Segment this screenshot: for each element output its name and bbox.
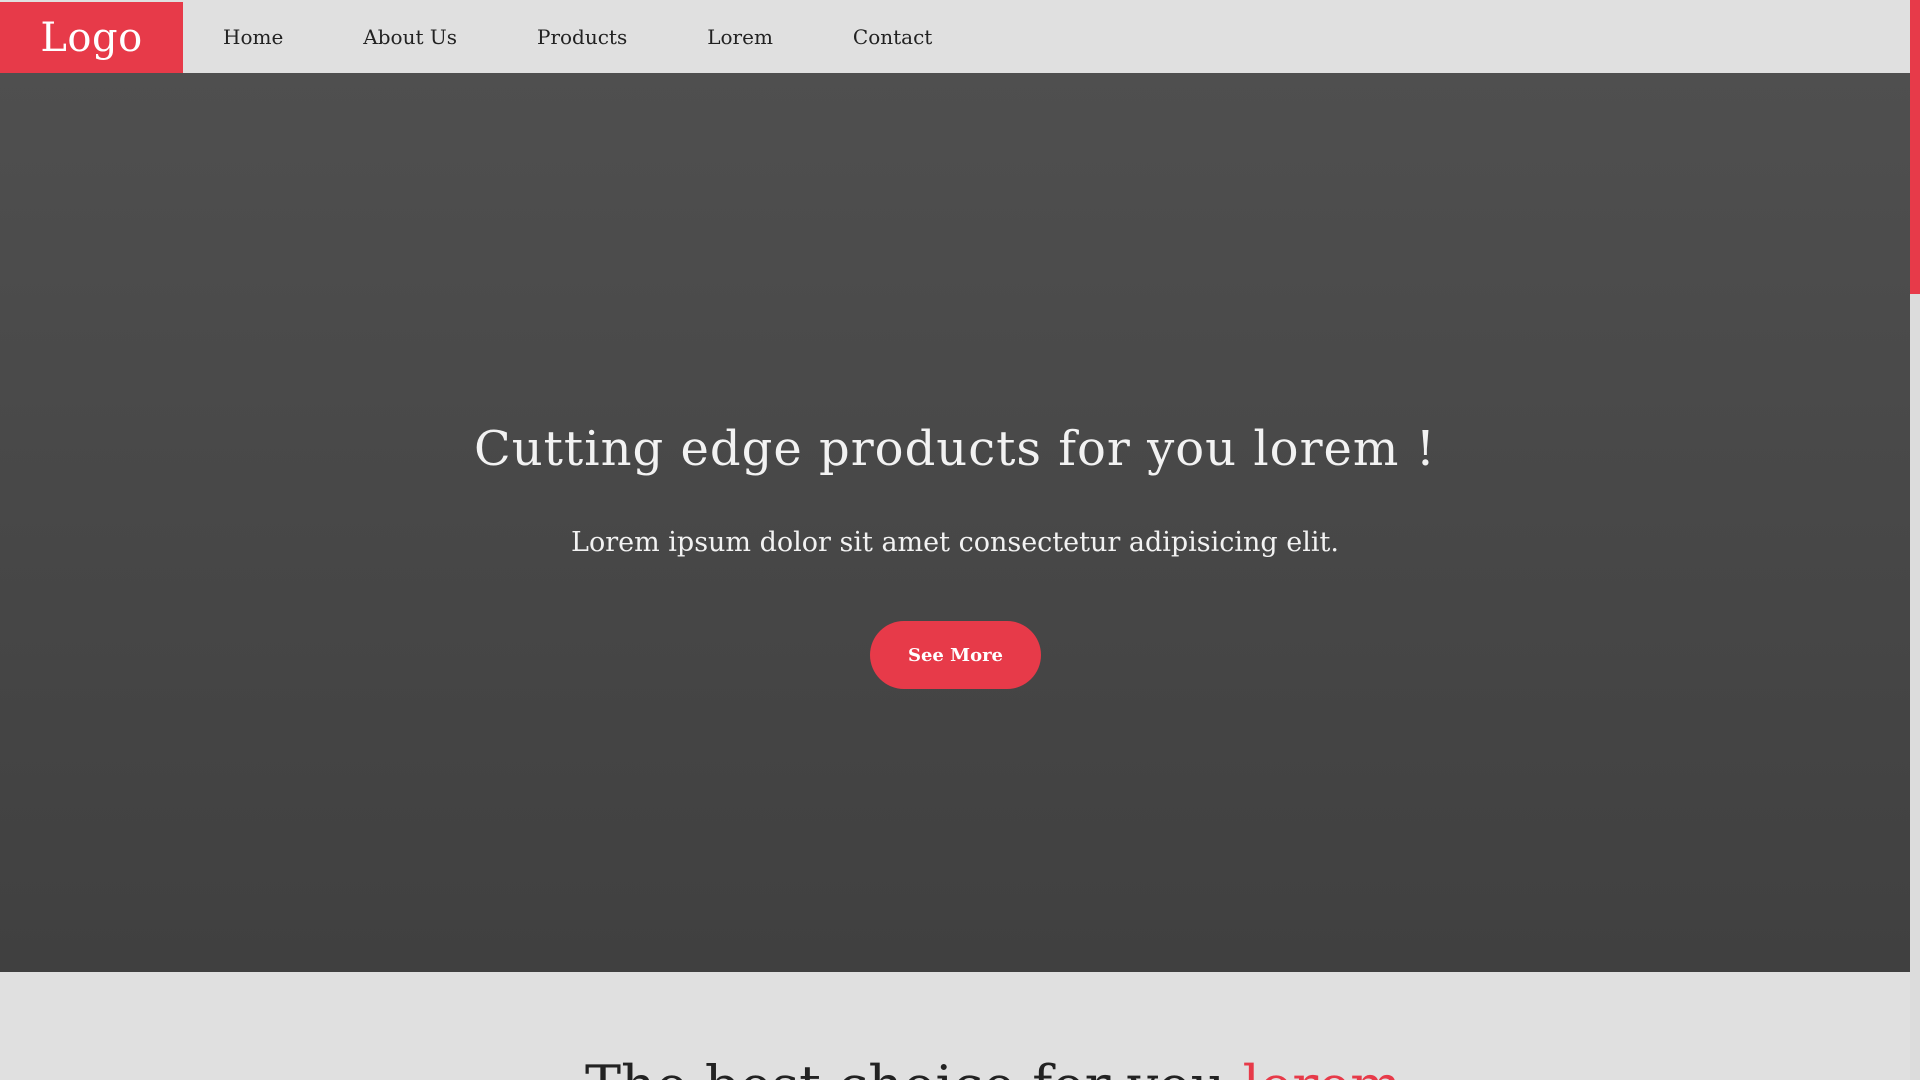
top-navbar: Logo Home About Us Products Lorem Contac…: [0, 0, 1910, 73]
hero-title: Cutting edge products for you lorem !: [474, 421, 1436, 477]
section-heading-text: The best choice for you: [585, 1054, 1225, 1080]
scrollbar-thumb[interactable]: [1910, 0, 1920, 294]
nav-link-contact[interactable]: Contact: [853, 25, 932, 49]
see-more-button[interactable]: See More: [870, 621, 1041, 689]
products-intro-section: The best choice for you lorem: [0, 972, 1910, 1080]
site-logo[interactable]: Logo: [0, 2, 183, 73]
nav-link-products[interactable]: Products: [537, 25, 627, 49]
page-scrollbar[interactable]: [1910, 0, 1920, 1080]
nav-link-about-us[interactable]: About Us: [363, 25, 457, 49]
nav-link-lorem[interactable]: Lorem: [707, 25, 773, 49]
section-heading: The best choice for you lorem: [585, 1054, 1401, 1080]
nav-link-home[interactable]: Home: [223, 25, 283, 49]
section-heading-accent: lorem: [1243, 1054, 1402, 1080]
hero-subtitle: Lorem ipsum dolor sit amet consectetur a…: [571, 527, 1339, 558]
hero-section: Cutting edge products for you lorem ! Lo…: [0, 73, 1910, 972]
nav-links: Home About Us Products Lorem Contact: [183, 0, 1012, 73]
